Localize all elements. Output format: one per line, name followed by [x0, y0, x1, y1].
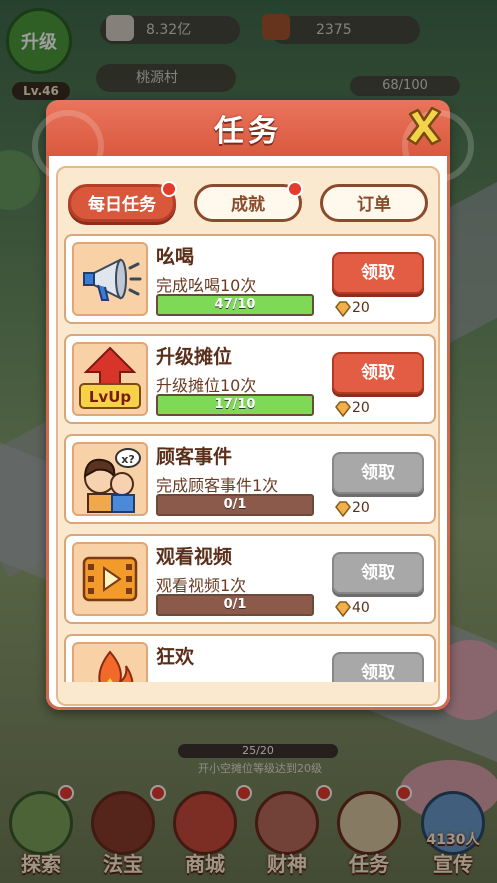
task-description: 升级摊位10次	[156, 376, 257, 395]
video-icon	[82, 556, 138, 602]
tab-label: 订单	[357, 195, 391, 215]
claim-button[interactable]: 领取	[332, 452, 424, 494]
customers-icon: x?	[83, 448, 141, 513]
notification-dot	[161, 181, 177, 197]
task-progress-bar: 17/10	[156, 394, 314, 416]
progress-text: 0/1	[223, 497, 247, 512]
svg-text:x?: x?	[121, 453, 134, 466]
task-name: 观看视频	[156, 546, 233, 568]
task-thumbnail: LvUp	[72, 342, 148, 416]
tab-label: 每日任务	[88, 195, 156, 215]
task-name: 升级摊位	[156, 346, 233, 368]
progress-text: 17/10	[214, 397, 256, 412]
tab-daily-tasks[interactable]: 每日任务	[68, 181, 177, 222]
task-row: 狂欢 领取	[64, 634, 436, 682]
tab-label: 成就	[231, 195, 265, 215]
task-progress-bar: 0/1	[156, 494, 314, 516]
dialog-body: 每日任务 成就 订单 吆喝 完成吆喝10次 47/10 领取 20 LvUp 升…	[56, 166, 440, 706]
claim-button[interactable]: 领取	[332, 352, 424, 394]
reward-amount: 20	[352, 300, 370, 316]
megaphone-icon	[83, 258, 142, 301]
dialog-header: 任务	[32, 100, 474, 182]
claim-button[interactable]: 领取	[332, 252, 424, 294]
task-row: 观看视频 观看视频1次 0/1 领取 40	[64, 534, 436, 624]
claim-button[interactable]: 领取	[332, 552, 424, 594]
diamond-icon	[335, 501, 351, 518]
task-row: x? 顾客事件 完成顾客事件1次 0/1 领取 20	[64, 434, 436, 524]
diamond-icon	[335, 401, 351, 418]
diamond-icon	[335, 301, 351, 318]
task-description: 观看视频1次	[156, 576, 247, 595]
task-dialog: 任务 每日任务 成就 订单 吆喝 完成吆喝10次 47/10 领取 20 LvU…	[32, 100, 474, 710]
reward-amount: 40	[352, 600, 370, 616]
tab-achievements[interactable]: 成就	[194, 181, 303, 222]
progress-text: 0/1	[223, 597, 247, 612]
task-row: LvUp 升级摊位 升级摊位10次 17/10 领取 20	[64, 334, 436, 424]
close-button[interactable]	[404, 106, 444, 146]
diamond-icon	[335, 601, 351, 618]
task-description: 完成吆喝10次	[156, 276, 257, 295]
claim-button[interactable]: 领取	[332, 652, 424, 682]
task-thumbnail	[72, 642, 148, 682]
task-progress-bar: 47/10	[156, 294, 314, 316]
task-thumbnail	[72, 242, 148, 316]
task-thumbnail	[72, 542, 148, 616]
task-name: 狂欢	[156, 646, 195, 668]
task-thumbnail: x?	[72, 442, 148, 516]
dialog-title: 任务	[214, 114, 282, 149]
task-name: 吆喝	[156, 246, 195, 268]
task-description: 完成顾客事件1次	[156, 476, 279, 495]
level-up-icon: LvUp	[79, 346, 141, 409]
svg-text:LvUp: LvUp	[89, 388, 132, 406]
reward-amount: 20	[352, 400, 370, 416]
progress-text: 47/10	[214, 297, 256, 312]
notification-dot	[287, 181, 303, 197]
task-progress-bar: 0/1	[156, 594, 314, 616]
tab-orders[interactable]: 订单	[320, 184, 428, 222]
fire-icon	[91, 650, 134, 682]
close-icon	[406, 106, 442, 146]
task-name: 顾客事件	[156, 446, 233, 468]
task-list[interactable]: 吆喝 完成吆喝10次 47/10 领取 20 LvUp 升级摊位 升级摊位10次…	[64, 234, 436, 682]
reward-amount: 20	[352, 500, 370, 516]
task-row: 吆喝 完成吆喝10次 47/10 领取 20	[64, 234, 436, 324]
